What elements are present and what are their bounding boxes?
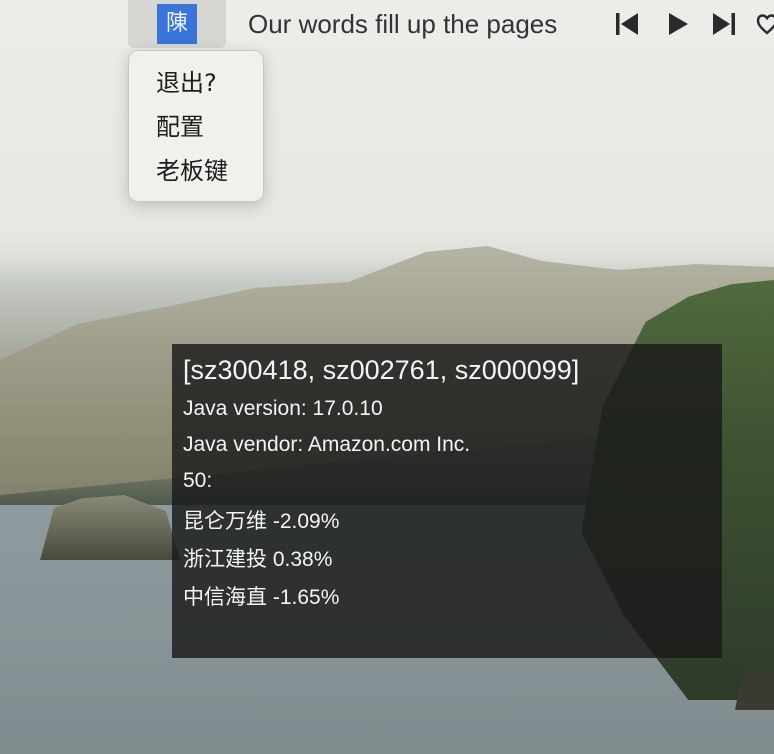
menu-item-boss-key[interactable]: 老板键	[156, 155, 228, 187]
status-menu: 退出? 配置 老板键	[128, 50, 264, 202]
java-vendor-text: Java vendor: Amazon.com Inc.	[183, 433, 471, 456]
java-version-text: Java version: 17.0.10	[183, 397, 383, 420]
next-track-icon[interactable]	[711, 12, 737, 36]
menu-item-quit[interactable]: 退出?	[156, 67, 217, 99]
menu-item-config[interactable]: 配置	[156, 111, 204, 143]
menu-bar: 陳 Our words fill up the pages	[0, 0, 774, 48]
previous-track-icon[interactable]	[614, 12, 640, 36]
app-status-icon[interactable]: 陳	[157, 4, 197, 44]
section-header: 50:	[183, 469, 213, 492]
stock-row: 昆仑万维 -2.09%	[183, 510, 340, 533]
play-icon[interactable]	[665, 12, 691, 36]
stock-info-overlay: [sz300418, sz002761, sz000099] Java vers…	[172, 344, 722, 658]
stock-codes-title: [sz300418, sz002761, sz000099]	[183, 355, 580, 385]
now-playing-title: Our words fill up the pages	[248, 9, 558, 39]
heart-icon[interactable]	[756, 12, 774, 36]
stock-row: 中信海直 -1.65%	[183, 586, 340, 609]
stock-row: 浙江建投 0.38%	[183, 548, 333, 571]
